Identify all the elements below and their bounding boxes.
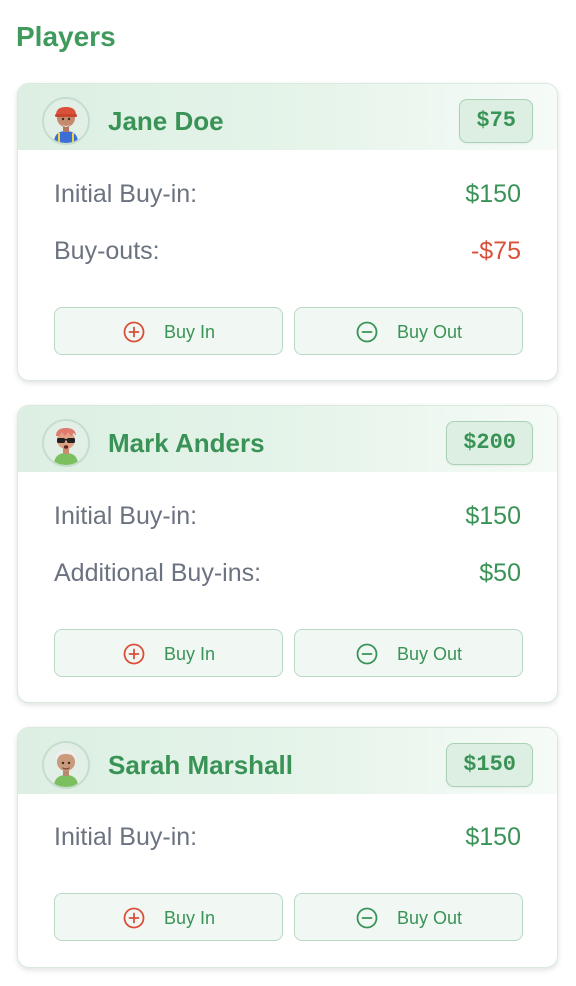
- detail-value: $150: [465, 180, 521, 208]
- detail-value: $150: [465, 823, 521, 851]
- player-name: Jane Doe: [108, 106, 224, 136]
- player-card-header: Mark Anders $200: [18, 406, 557, 472]
- player-avatar: [42, 97, 90, 145]
- player-name: Mark Anders: [108, 428, 265, 458]
- buy-in-label: Buy In: [164, 908, 216, 928]
- player-total-badge: $75: [459, 99, 533, 143]
- player-name: Sarah Marshall: [108, 750, 293, 780]
- player-avatar: [42, 419, 90, 467]
- buy-out-button[interactable]: Buy Out: [294, 629, 523, 677]
- detail-row: Initial Buy-in: $150: [54, 177, 521, 211]
- player-card-header: Jane Doe $75: [18, 84, 557, 150]
- detail-value: $150: [465, 502, 521, 530]
- page-title: Players: [16, 21, 116, 52]
- player-card: Jane Doe $75 Initial Buy-in: $150 Buy-ou…: [17, 83, 558, 381]
- detail-label: Initial Buy-in:: [54, 823, 198, 851]
- detail-label: Additional Buy-ins:: [54, 559, 262, 587]
- detail-row: Initial Buy-in: $150: [54, 499, 521, 533]
- buy-out-button[interactable]: Buy Out: [294, 893, 523, 941]
- minus-circle-icon: [356, 907, 378, 929]
- detail-value: $50: [479, 559, 521, 587]
- buy-out-label: Buy Out: [397, 322, 463, 342]
- minus-circle-icon: [356, 321, 378, 343]
- plus-circle-icon: [123, 643, 145, 665]
- buy-in-button[interactable]: Buy In: [54, 307, 283, 355]
- detail-label: Buy-outs:: [54, 237, 160, 265]
- players-page: Players Jane Doe $75 Initial Buy-in: $15…: [0, 0, 576, 986]
- buy-out-button[interactable]: Buy Out: [294, 307, 523, 355]
- player-card: Mark Anders $200 Initial Buy-in: $150 Ad…: [17, 405, 558, 703]
- plus-circle-icon: [123, 907, 145, 929]
- detail-label: Initial Buy-in:: [54, 180, 198, 208]
- buy-in-label: Buy In: [164, 322, 216, 342]
- buy-in-label: Buy In: [164, 644, 216, 664]
- detail-row: Initial Buy-in: $150: [54, 820, 521, 854]
- buy-out-label: Buy Out: [397, 908, 463, 928]
- minus-circle-icon: [356, 643, 378, 665]
- player-card: Sarah Marshall $150 Initial Buy-in: $150…: [17, 727, 558, 968]
- plus-circle-icon: [123, 321, 145, 343]
- player-total-badge: $200: [446, 421, 533, 465]
- buy-in-button[interactable]: Buy In: [54, 893, 283, 941]
- buy-out-label: Buy Out: [397, 644, 463, 664]
- buy-in-button[interactable]: Buy In: [54, 629, 283, 677]
- detail-value: -$75: [470, 237, 521, 265]
- player-total-badge: $150: [446, 743, 533, 787]
- player-card-header: Sarah Marshall $150: [18, 728, 557, 794]
- detail-row: Buy-outs: -$75: [54, 234, 521, 268]
- detail-label: Initial Buy-in:: [54, 502, 198, 530]
- player-avatar: [42, 741, 90, 789]
- detail-row: Additional Buy-ins: $50: [54, 556, 521, 590]
